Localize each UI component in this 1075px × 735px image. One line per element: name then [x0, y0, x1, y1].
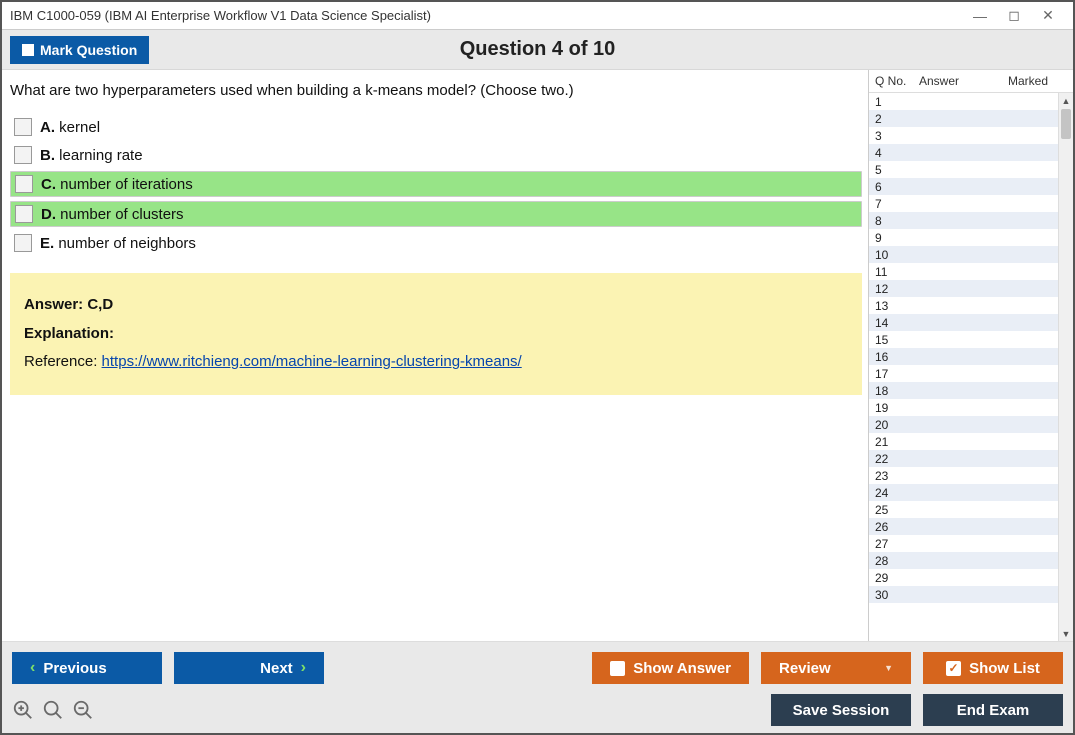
next-button[interactable]: Next ›: [174, 652, 324, 684]
option-checkbox[interactable]: [14, 118, 32, 136]
option-row[interactable]: E. number of neighbors: [10, 231, 862, 255]
scroll-up-icon[interactable]: ▲: [1059, 93, 1073, 108]
show-list-button[interactable]: ✓ Show List: [923, 652, 1063, 684]
zoom-reset-icon[interactable]: [42, 699, 64, 721]
sidebar-row[interactable]: 26: [869, 518, 1058, 535]
option-label: B. learning rate: [40, 147, 143, 164]
chevron-right-icon: ›: [301, 659, 306, 677]
sidebar-row[interactable]: 11: [869, 263, 1058, 280]
previous-button[interactable]: ‹ Previous: [12, 652, 162, 684]
scroll-thumb[interactable]: [1061, 109, 1071, 139]
explanation-label: Explanation:: [24, 320, 848, 349]
option-checkbox[interactable]: [15, 205, 33, 223]
options-list: A. kernel B. learning rate C. number of it…: [10, 115, 862, 255]
review-label: Review: [779, 660, 831, 677]
col-qno: Q No.: [875, 74, 919, 88]
toolbar: Mark Question Question 4 of 10: [2, 30, 1073, 70]
mark-question-button[interactable]: Mark Question: [10, 36, 149, 64]
sidebar-row[interactable]: 17: [869, 365, 1058, 382]
next-label: Next: [260, 660, 293, 677]
sidebar-row[interactable]: 29: [869, 569, 1058, 586]
sidebar-row[interactable]: 8: [869, 212, 1058, 229]
zoom-out-icon[interactable]: [72, 699, 94, 721]
col-answer: Answer: [919, 74, 989, 88]
mark-question-label: Mark Question: [40, 42, 137, 58]
sidebar-row[interactable]: 21: [869, 433, 1058, 450]
titlebar: IBM C1000-059 (IBM AI Enterprise Workflo…: [2, 2, 1073, 30]
sidebar-row[interactable]: 4: [869, 144, 1058, 161]
sidebar-row[interactable]: 10: [869, 246, 1058, 263]
sidebar-row[interactable]: 15: [869, 331, 1058, 348]
show-answer-checkbox-icon: [610, 661, 625, 676]
sidebar-row[interactable]: 13: [869, 297, 1058, 314]
option-row[interactable]: D. number of clusters: [10, 201, 862, 227]
answer-panel: Answer: C,D Explanation: Reference: http…: [10, 273, 862, 395]
sidebar-row[interactable]: 5: [869, 161, 1058, 178]
show-answer-label: Show Answer: [633, 660, 731, 677]
sidebar-row[interactable]: 16: [869, 348, 1058, 365]
option-row[interactable]: C. number of iterations: [10, 171, 862, 197]
end-exam-label: End Exam: [957, 702, 1030, 719]
sidebar-row[interactable]: 28: [869, 552, 1058, 569]
sidebar-row[interactable]: 7: [869, 195, 1058, 212]
sidebar-row[interactable]: 2: [869, 110, 1058, 127]
scroll-down-icon[interactable]: ▼: [1059, 626, 1073, 641]
option-checkbox[interactable]: [14, 234, 32, 252]
minimize-button[interactable]: —: [963, 5, 997, 27]
sidebar-row[interactable]: 20: [869, 416, 1058, 433]
sidebar-row[interactable]: 19: [869, 399, 1058, 416]
sidebar-row[interactable]: 1: [869, 93, 1058, 110]
sidebar-row[interactable]: 27: [869, 535, 1058, 552]
zoom-in-icon[interactable]: [12, 699, 34, 721]
sidebar-header: Q No. Answer Marked: [869, 70, 1073, 92]
col-marked: Marked: [989, 74, 1067, 88]
sidebar-list: 1234567891011121314151617181920212223242…: [869, 93, 1058, 641]
option-row[interactable]: B. learning rate: [10, 143, 862, 167]
question-list-sidebar: Q No. Answer Marked 12345678910111213141…: [868, 70, 1073, 641]
question-panel: What are two hyperparameters used when b…: [2, 70, 868, 641]
chevron-left-icon: ‹: [30, 659, 35, 677]
sidebar-row[interactable]: 25: [869, 501, 1058, 518]
reference-line: Reference: https://www.ritchieng.com/mac…: [24, 348, 848, 377]
save-session-label: Save Session: [793, 702, 890, 719]
save-session-button[interactable]: Save Session: [771, 694, 911, 726]
answer-line: Answer: C,D: [24, 291, 848, 320]
option-row[interactable]: A. kernel: [10, 115, 862, 139]
sidebar-row[interactable]: 14: [869, 314, 1058, 331]
close-button[interactable]: ✕: [1031, 5, 1065, 27]
sidebar-row[interactable]: 12: [869, 280, 1058, 297]
mark-checkbox-icon: [22, 44, 34, 56]
show-list-check-icon: ✓: [946, 661, 961, 676]
show-list-label: Show List: [969, 660, 1040, 677]
sidebar-row[interactable]: 23: [869, 467, 1058, 484]
footer: ‹ Previous Next › Show Answer Review ▼ ✓…: [2, 641, 1073, 733]
option-checkbox[interactable]: [15, 175, 33, 193]
show-answer-button[interactable]: Show Answer: [592, 652, 749, 684]
sidebar-row[interactable]: 18: [869, 382, 1058, 399]
option-label: D. number of clusters: [41, 206, 184, 223]
review-button[interactable]: Review ▼: [761, 652, 911, 684]
option-label: E. number of neighbors: [40, 235, 196, 252]
window-title: IBM C1000-059 (IBM AI Enterprise Workflo…: [10, 8, 431, 23]
content-area: What are two hyperparameters used when b…: [2, 70, 1073, 641]
option-label: A. kernel: [40, 119, 100, 136]
sidebar-row[interactable]: 3: [869, 127, 1058, 144]
sidebar-row[interactable]: 22: [869, 450, 1058, 467]
reference-link[interactable]: https://www.ritchieng.com/machine-learni…: [102, 353, 522, 370]
sidebar-row[interactable]: 6: [869, 178, 1058, 195]
option-checkbox[interactable]: [14, 146, 32, 164]
dropdown-arrow-icon: ▼: [884, 663, 893, 673]
question-counter: Question 4 of 10: [2, 38, 1073, 61]
option-label: C. number of iterations: [41, 176, 193, 193]
sidebar-row[interactable]: 9: [869, 229, 1058, 246]
end-exam-button[interactable]: End Exam: [923, 694, 1063, 726]
previous-label: Previous: [43, 660, 106, 677]
question-text: What are two hyperparameters used when b…: [10, 82, 862, 99]
maximize-button[interactable]: ◻: [997, 5, 1031, 27]
reference-prefix: Reference:: [24, 353, 102, 370]
sidebar-row[interactable]: 30: [869, 586, 1058, 603]
sidebar-scrollbar[interactable]: ▲ ▼: [1058, 93, 1073, 641]
sidebar-row[interactable]: 24: [869, 484, 1058, 501]
zoom-controls: [12, 699, 94, 721]
